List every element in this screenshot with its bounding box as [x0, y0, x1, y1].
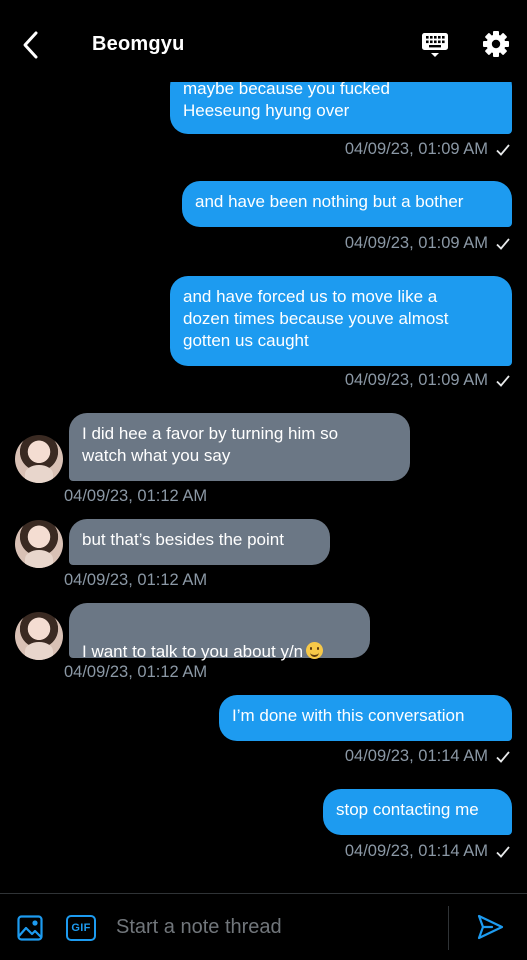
note-thread-input[interactable]: [116, 912, 436, 942]
timestamp-text: 04/09/23, 01:09 AM: [344, 371, 488, 389]
message-bubble-received[interactable]: I did hee a favor by turning him so watc…: [69, 413, 410, 481]
avatar[interactable]: [15, 520, 63, 568]
smiling-face-emoji-icon: [306, 642, 324, 659]
conversation-header: Beomgyu: [0, 0, 527, 82]
timestamp-text: 04/09/23, 01:09 AM: [344, 140, 488, 158]
avatar[interactable]: [15, 435, 63, 483]
message-timestamp: 04/09/23, 01:14 AM: [345, 747, 511, 766]
timestamp-text: 04/09/23, 01:14 AM: [344, 747, 488, 765]
timestamp-text: 04/09/23, 01:12 AM: [64, 663, 208, 681]
gif-label: GIF: [71, 922, 91, 934]
message-bubble-sent[interactable]: stop contacting me: [323, 789, 512, 835]
settings-button[interactable]: [482, 30, 510, 58]
message-timestamp: 04/09/23, 01:12 AM: [64, 487, 207, 506]
avatar[interactable]: [15, 612, 63, 660]
message-bubble-received[interactable]: I want to talk to you about y/n: [69, 603, 370, 661]
message-bubble-sent[interactable]: I’m done with this conversation: [219, 695, 512, 741]
back-button[interactable]: [14, 28, 46, 62]
keyboard-icon: [422, 33, 448, 57]
message-timestamp: 04/09/23, 01:09 AM: [345, 234, 511, 253]
checkmark-icon: [496, 750, 510, 763]
send-icon: [477, 914, 504, 940]
timestamp-text: 04/09/23, 01:12 AM: [64, 571, 208, 589]
message-text: I want to talk to you about y/n: [82, 642, 304, 661]
image-icon: [17, 915, 43, 941]
message-bubble-sent[interactable]: and have been nothing but a bother: [182, 181, 512, 227]
gear-icon: [483, 31, 509, 57]
message-timestamp: 04/09/23, 01:14 AM: [345, 842, 511, 861]
message-timestamp: 04/09/23, 01:09 AM: [345, 371, 511, 390]
message-timestamp: 04/09/23, 01:09 AM: [345, 140, 511, 159]
checkmark-icon: [496, 374, 510, 387]
keyboard-button[interactable]: [420, 30, 450, 60]
add-image-button[interactable]: [16, 914, 44, 942]
message-timestamp: 04/09/23, 01:12 AM: [64, 663, 207, 682]
message-bubble-sent[interactable]: and have forced us to move like a dozen …: [170, 276, 512, 366]
send-button[interactable]: [475, 912, 505, 942]
message-timestamp: 04/09/23, 01:12 AM: [64, 571, 207, 590]
chevron-left-icon: [23, 31, 38, 59]
checkmark-icon: [496, 845, 510, 858]
message-thread[interactable]: maybe because you fucked Heeseung hyung …: [0, 0, 527, 893]
message-bubble-received[interactable]: but that’s besides the point: [69, 519, 330, 565]
timestamp-text: 04/09/23, 01:09 AM: [344, 234, 488, 252]
conversation-title[interactable]: Beomgyu: [92, 33, 185, 56]
timestamp-text: 04/09/23, 01:14 AM: [344, 842, 488, 860]
composer-bar: GIF: [0, 893, 527, 960]
gif-button[interactable]: GIF: [66, 915, 96, 941]
checkmark-icon: [496, 237, 510, 250]
checkmark-icon: [496, 143, 510, 156]
composer-divider: [448, 906, 449, 950]
timestamp-text: 04/09/23, 01:12 AM: [64, 487, 208, 505]
